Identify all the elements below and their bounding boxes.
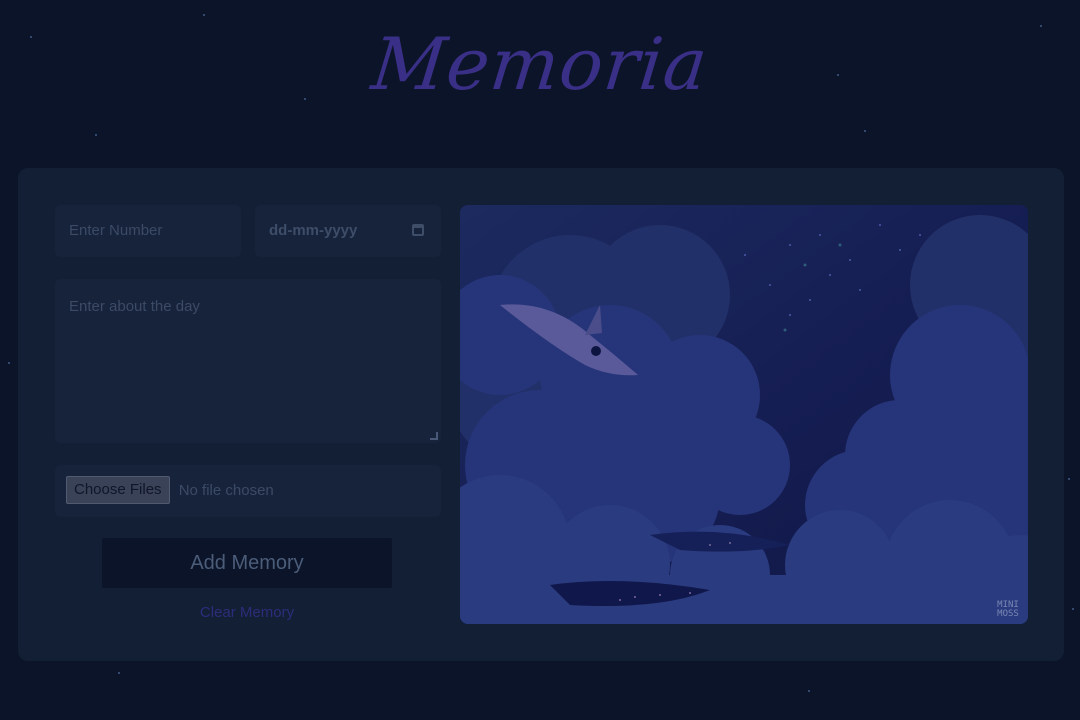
- file-status-text: No file chosen: [178, 481, 274, 499]
- star-decoration: [95, 134, 97, 136]
- number-placeholder: Enter Number: [69, 222, 163, 239]
- star-decoration: [1068, 478, 1070, 480]
- number-input[interactable]: Enter Number: [55, 205, 241, 257]
- watermark-logo: MINI MOSS: [997, 600, 1019, 619]
- date-placeholder: dd-mm-yyyy: [269, 222, 358, 239]
- star-decoration: [8, 362, 10, 364]
- star-decoration: [203, 14, 205, 16]
- choose-files-button[interactable]: Choose Files: [66, 476, 170, 504]
- date-input[interactable]: dd-mm-yyyy: [255, 205, 441, 257]
- star-decoration: [808, 690, 810, 692]
- calendar-icon[interactable]: [412, 224, 424, 236]
- page: Memoria Enter Number dd-mm-yyyy Enter ab…: [0, 0, 1080, 720]
- memory-illustration: MINI MOSS: [460, 205, 1028, 624]
- memory-panel: Enter Number dd-mm-yyyy Enter about the …: [18, 168, 1064, 661]
- resize-handle-icon[interactable]: [430, 432, 438, 440]
- file-input[interactable]: Choose Files No file chosen: [55, 465, 441, 517]
- add-memory-button[interactable]: Add Memory: [102, 538, 392, 588]
- description-placeholder: Enter about the day: [69, 298, 200, 315]
- clear-memory-link[interactable]: Clear Memory: [102, 604, 392, 621]
- app-title: Memoria: [367, 22, 713, 106]
- star-decoration: [864, 130, 866, 132]
- star-decoration: [118, 672, 120, 674]
- day-description-textarea[interactable]: Enter about the day: [55, 279, 441, 443]
- night-sky-dragon-illustration: [460, 205, 1028, 624]
- star-decoration: [1072, 608, 1074, 610]
